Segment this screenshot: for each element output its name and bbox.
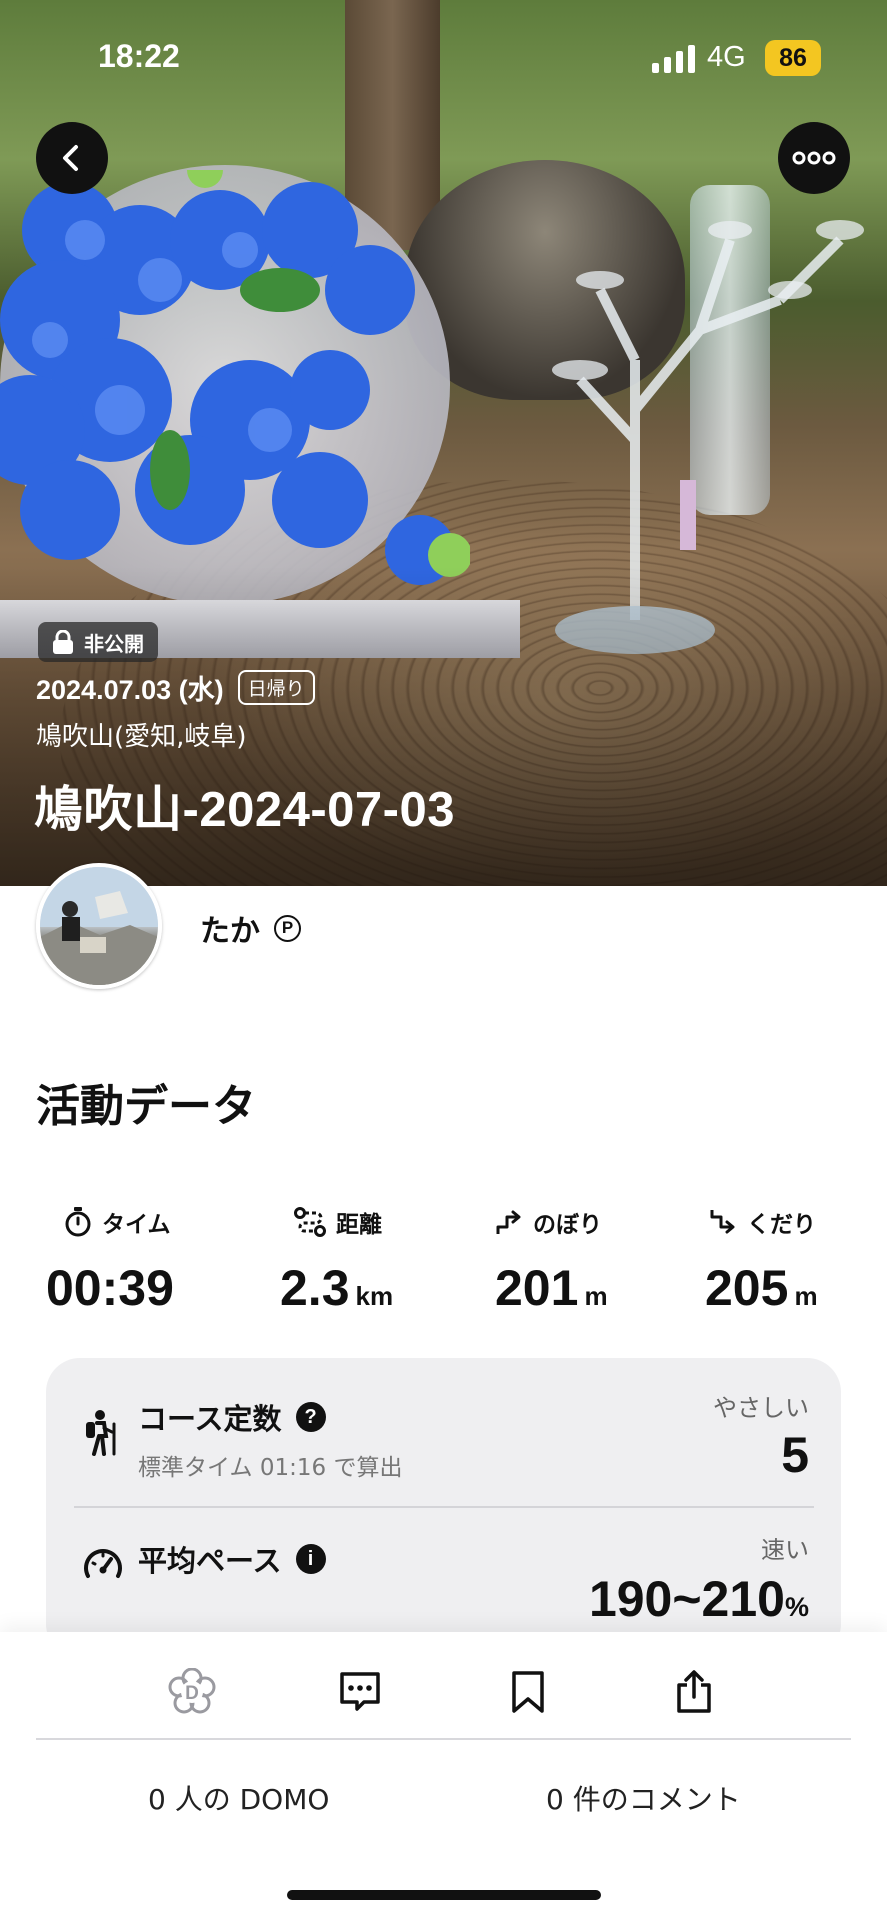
status-time: 18:22 [98,38,180,74]
stat-ascent-value: 201 [495,1260,579,1316]
route-icon [294,1207,326,1237]
bottom-bar-divider [36,1738,851,1740]
activity-stats: タイム 00:39 距離 2.3 km のぼり 201 m くだり 205 m [0,1205,887,1325]
stat-distance-label: 距離 [336,1212,382,1238]
privacy-badge: 非公開 [38,622,158,662]
pace-speed-label: 速い [761,1536,809,1564]
svg-text:D: D [185,1683,199,1704]
user-avatar[interactable] [36,863,162,989]
speedometer-icon [84,1549,122,1578]
status-bar: 18:22 4G 86 [0,0,887,120]
course-constant-subtitle: 標準タイム 01:16 で算出 [138,1455,403,1481]
stat-descent-value: 205 [705,1260,789,1316]
chevron-left-icon [63,145,78,171]
more-options-button[interactable] [778,122,850,194]
stat-descent: くだり 205 m [705,1205,887,1317]
stat-descent-value-row: 205 m [705,1259,887,1317]
domo-count[interactable]: 0 人の DOMO [148,1778,329,1818]
stat-time: タイム 00:39 [46,1205,246,1317]
activity-location[interactable]: 鳩吹山(愛知,岐阜) [36,716,247,753]
stat-time-label: タイム [102,1212,171,1238]
hiker-icon [86,1410,116,1456]
average-pace-unit: % [784,1592,809,1622]
hero-photo[interactable]: 18:22 4G 86 非公開 2024.07.03 (水) 日帰り 鳩吹山(愛… [0,0,887,886]
stat-distance: 距離 2.3 km [280,1205,480,1317]
date-row: 2024.07.03 (水) 日帰り [36,668,315,707]
stat-ascent-label: のぼり [533,1212,602,1238]
stat-descent-unit: m [794,1281,818,1311]
stat-ascent-unit: m [584,1281,608,1311]
stat-ascent-label-row: のぼり [495,1205,695,1239]
course-constant-row[interactable]: コース定数 ? 標準タイム 01:16 で算出 やさしい 5 [46,1358,841,1508]
course-constant-value: 5 [781,1427,809,1483]
course-constant-title-row: コース定数 ? [138,1396,326,1438]
avatar-photo [40,867,158,985]
average-pace-value: 190~210 [588,1571,785,1627]
average-pace-value-row: 190~210% [589,1570,809,1628]
privacy-label: 非公開 [84,631,144,656]
stat-time-value-row: 00:39 [46,1259,246,1317]
activity-date: 2024.07.03 (水) [36,675,224,705]
username: たか [200,914,260,949]
home-indicator [287,1890,601,1900]
stat-distance-value-row: 2.3 km [280,1259,480,1317]
bottom-action-bar: D 0 人の DOMO 0 件のコメント [0,1632,887,1920]
back-button[interactable] [36,122,108,194]
stat-descent-label-row: くだり [709,1205,887,1239]
bookmark-icon [512,1671,544,1713]
domo-button[interactable]: D [164,1664,220,1720]
stat-time-label-row: タイム [64,1205,246,1239]
activity-title: 鳩吹山-2024-07-03 [34,783,455,837]
share-button[interactable] [666,1664,722,1720]
stat-time-value: 00:39 [46,1260,174,1316]
stat-ascent-value-row: 201 m [495,1259,695,1317]
photo-hydrangea [0,170,470,585]
difficulty-label: やさしい [713,1394,809,1422]
stat-distance-unit: km [355,1281,394,1311]
course-constant-title: コース定数 [138,1402,282,1436]
section-title-activity-data: 活動データ [36,1081,256,1132]
lock-icon [53,630,73,654]
domo-flower-icon: D [168,1668,216,1714]
user-info[interactable]: たか P [200,906,301,950]
descent-icon [710,1210,735,1234]
comment-count[interactable]: 0 件のコメント [546,1778,741,1818]
stat-distance-value: 2.3 [280,1260,350,1316]
stopwatch-icon [65,1207,91,1237]
comment-icon [340,1672,380,1711]
trip-type-tag: 日帰り [237,670,315,705]
battery-icon: 86 [765,40,821,76]
stat-descent-label: くだり [747,1212,816,1238]
average-pace-title-row: 平均ペース i [138,1538,326,1580]
info-icon[interactable]: i [295,1544,326,1574]
share-icon [677,1670,711,1713]
bookmark-button[interactable] [500,1664,556,1720]
stat-distance-label-row: 距離 [294,1205,480,1239]
help-icon[interactable]: ? [295,1402,326,1432]
stat-ascent: のぼり 201 m [495,1205,695,1317]
ascent-icon [496,1210,521,1234]
cellular-signal-icon [652,45,695,73]
average-pace-title: 平均ペース [138,1544,282,1578]
course-info-card: コース定数 ? 標準タイム 01:16 で算出 やさしい 5 平均ペース i 速… [46,1358,841,1658]
network-type: 4G [707,41,746,73]
comment-button[interactable] [332,1664,388,1720]
premium-badge-icon: P [274,914,301,942]
more-icon [792,151,836,165]
